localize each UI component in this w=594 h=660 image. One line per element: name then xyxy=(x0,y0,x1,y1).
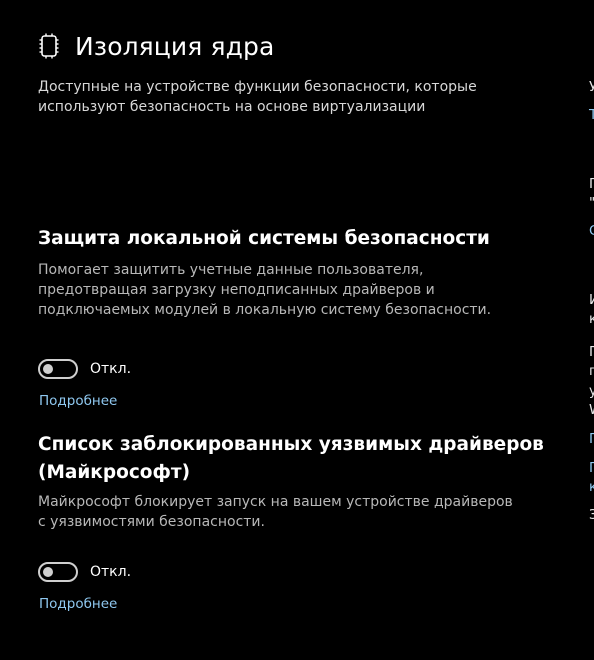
lsa-protection-toggle-state: Откл. xyxy=(90,361,132,377)
right-fragment-link[interactable]: С xyxy=(589,221,594,241)
right-fragment-link[interactable]: к xyxy=(589,477,594,497)
core-isolation-chip-icon xyxy=(38,32,60,60)
right-side-panel-truncated: У Т П " С И к П п у W П П к З xyxy=(589,0,594,660)
right-fragment: у xyxy=(589,383,594,399)
right-fragment-link[interactable]: Т xyxy=(589,105,594,125)
toggle-knob xyxy=(43,567,53,577)
right-fragment-link[interactable]: П xyxy=(589,458,594,478)
main-content: Изоляция ядра Доступные на устройстве фу… xyxy=(38,28,548,612)
right-fragment: к xyxy=(589,311,594,327)
vulnerable-driver-blocklist-toggle-state: Откл. xyxy=(90,564,132,580)
vulnerable-driver-blocklist-toggle[interactable] xyxy=(38,562,78,582)
lsa-protection-description: Помогает защитить учетные данные пользов… xyxy=(38,262,492,318)
toggle-knob xyxy=(43,364,53,374)
lsa-protection-toggle-row: Откл. xyxy=(38,359,131,379)
right-fragment: П xyxy=(589,342,594,362)
lsa-protection-learn-more-link[interactable]: Подробнее xyxy=(39,391,117,411)
vulnerable-driver-blocklist-learn-more-link[interactable]: Подробнее xyxy=(39,594,117,614)
right-fragment: П xyxy=(589,174,594,194)
lsa-protection-title: Защита локальной системы безопасности xyxy=(38,228,490,249)
vulnerable-driver-blocklist-description: Майкрософт блокирует запуск на вашем уст… xyxy=(38,494,513,530)
vulnerable-driver-blocklist-title: Список заблокированных уязвимых драйверо… xyxy=(38,434,544,483)
page-title: Изоляция ядра xyxy=(75,31,275,61)
page: Изоляция ядра Доступные на устройстве фу… xyxy=(0,0,594,660)
right-fragment: п xyxy=(589,363,594,379)
right-fragment: И xyxy=(589,290,594,310)
right-fragment: W xyxy=(589,400,594,420)
right-fragment-link[interactable]: П xyxy=(589,429,594,449)
right-fragment: З xyxy=(589,507,594,523)
page-header: Изоляция ядра xyxy=(38,28,548,64)
vulnerable-driver-blocklist-toggle-row: Откл. xyxy=(38,562,131,582)
intro-text: Доступные на устройстве функции безопасн… xyxy=(38,79,477,115)
lsa-protection-toggle[interactable] xyxy=(38,359,78,379)
right-fragment: У xyxy=(589,79,594,95)
right-fragment: " xyxy=(589,193,594,213)
